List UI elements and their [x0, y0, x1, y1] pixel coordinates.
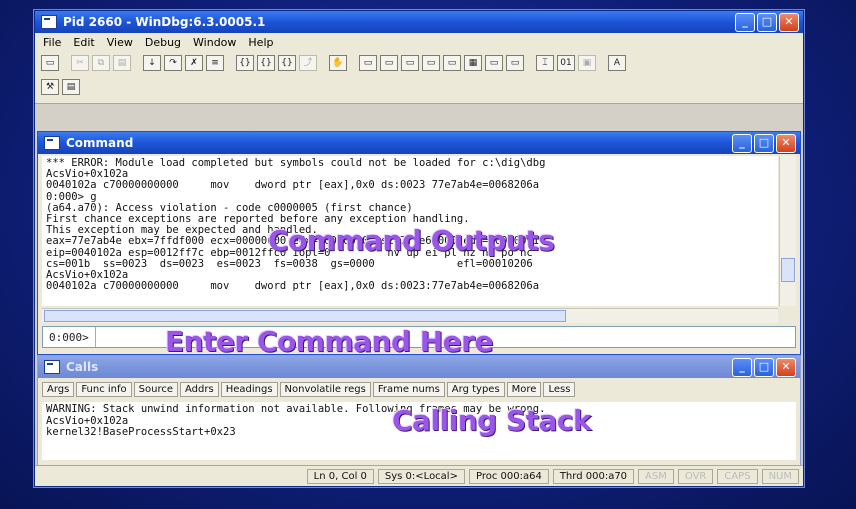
font-icon[interactable]: A [608, 55, 626, 71]
output-vertical-scrollbar[interactable] [779, 156, 796, 306]
go-icon[interactable]: {} [257, 55, 275, 71]
locals-icon[interactable]: ▭ [380, 55, 398, 71]
status-thrd: Thrd 000:a70 [552, 468, 635, 484]
nonvolatile-regs-button[interactable]: Nonvolatile regs [279, 382, 371, 397]
source-button[interactable]: Source [133, 382, 179, 397]
copy-icon[interactable]: ⧉ [92, 55, 110, 71]
source-icon[interactable]: ▭ [506, 55, 524, 71]
status-sys: Sys 0:<Local> [377, 468, 465, 484]
calls-maximize-button[interactable]: □ [754, 358, 774, 377]
calls-close-button[interactable]: ✕ [776, 358, 796, 377]
break-icon[interactable]: {} [278, 55, 296, 71]
toolbar: ▭ ✂ ⧉ ▤ ↓ ↷ ✗ ≡ {} {} {} ⤴ ✋ ▭ ▭ ▭ ▭ ▭ ▦… [35, 51, 803, 104]
func-info-button[interactable]: Func info [76, 382, 132, 397]
command-icon [44, 136, 60, 150]
hex-icon[interactable]: ⌶ [536, 55, 554, 71]
args-button[interactable]: Args [42, 382, 75, 397]
annotation-calling-stack: Calling Stack [392, 404, 592, 437]
maximize-button[interactable]: □ [757, 13, 777, 32]
app-icon [41, 15, 57, 29]
addrs-button[interactable]: Addrs [180, 382, 219, 397]
options-icon[interactable]: ▣ [578, 55, 596, 71]
memory-icon[interactable]: ▭ [422, 55, 440, 71]
call-stack-icon[interactable]: ▭ [443, 55, 461, 71]
status-proc: Proc 000:a64 [468, 468, 549, 484]
more-button[interactable]: More [506, 382, 542, 397]
command-close-button[interactable]: ✕ [776, 134, 796, 153]
watch-icon[interactable]: ▭ [359, 55, 377, 71]
calls-icon [44, 360, 60, 374]
output-line: 0040102a c70000000000 mov dword ptr [eax… [46, 179, 540, 192]
registers-icon[interactable]: ▭ [401, 55, 419, 71]
output-line: cs=001b ss=0023 ds=0023 es=0023 fs=0038 … [46, 257, 533, 270]
headings-button[interactable]: Headings [220, 382, 278, 397]
cut-icon[interactable]: ✂ [71, 55, 89, 71]
status-asm: ASM [638, 468, 674, 484]
menu-edit[interactable]: Edit [73, 36, 94, 49]
status-caps: CAPS [717, 468, 758, 484]
menu-bar: File Edit View Debug Window Help [35, 33, 803, 51]
main-title-bar[interactable]: Pid 2660 - WinDbg:6.3.0005.1 _ □ ✕ [35, 11, 803, 33]
status-ovr: OVR [677, 468, 714, 484]
calls-title: Calls [66, 360, 99, 374]
command-prompt: 0:000> [43, 327, 96, 347]
step-out-icon[interactable]: ✗ [185, 55, 203, 71]
status-num: NUM [761, 468, 799, 484]
command-minimize-button[interactable]: _ [732, 134, 752, 153]
disassembly-icon[interactable]: ▦ [464, 55, 482, 71]
window-icon[interactable]: ▤ [62, 79, 80, 95]
command-title-bar[interactable]: Command _ □ ✕ [38, 132, 800, 154]
binary-icon[interactable]: 01 [557, 55, 575, 71]
command-maximize-button[interactable]: □ [754, 134, 774, 153]
frame-nums-button[interactable]: Frame nums [372, 382, 445, 397]
output-line: 0040102a c70000000000 mov dword ptr [eax… [46, 280, 540, 293]
paste-icon[interactable]: ▤ [113, 55, 131, 71]
step-into-icon[interactable]: ↓ [143, 55, 161, 71]
window-title: Pid 2660 - WinDbg:6.3.0005.1 [63, 15, 266, 29]
status-position: Ln 0, Col 0 [306, 468, 374, 484]
annotation-enter-command: Enter Command Here [165, 325, 493, 358]
menu-window[interactable]: Window [193, 36, 236, 49]
calls-title-bar[interactable]: Calls _ □ ✕ [38, 356, 800, 378]
minimize-button[interactable]: _ [735, 13, 755, 32]
calls-button-bar: Args Func info Source Addrs Headings Non… [42, 382, 576, 397]
stop-icon[interactable]: ✋ [329, 55, 347, 71]
menu-help[interactable]: Help [248, 36, 273, 49]
step-over-icon[interactable]: ↷ [164, 55, 182, 71]
menu-debug[interactable]: Debug [145, 36, 181, 49]
command-title: Command [66, 136, 134, 150]
output-horizontal-scrollbar[interactable] [42, 308, 778, 323]
status-bar: Ln 0, Col 0 Sys 0:<Local> Proc 000:a64 T… [35, 465, 803, 486]
arg-types-button[interactable]: Arg types [446, 382, 505, 397]
source-mode-icon[interactable]: {} [236, 55, 254, 71]
open-icon[interactable]: ▭ [41, 55, 59, 71]
calls-minimize-button[interactable]: _ [732, 358, 752, 377]
menu-file[interactable]: File [43, 36, 61, 49]
output-line: *** ERROR: Module load completed but sym… [46, 157, 546, 169]
close-button[interactable]: ✕ [779, 13, 799, 32]
run-to-cursor-icon[interactable]: ≡ [206, 55, 224, 71]
less-button[interactable]: Less [543, 382, 576, 397]
menu-view[interactable]: View [107, 36, 133, 49]
properties-icon[interactable]: ⚒ [41, 79, 59, 95]
scratch-pad-icon[interactable]: ▭ [485, 55, 503, 71]
restart-icon[interactable]: ⤴ [299, 55, 317, 71]
annotation-command-outputs: Command Outputs [268, 224, 555, 257]
